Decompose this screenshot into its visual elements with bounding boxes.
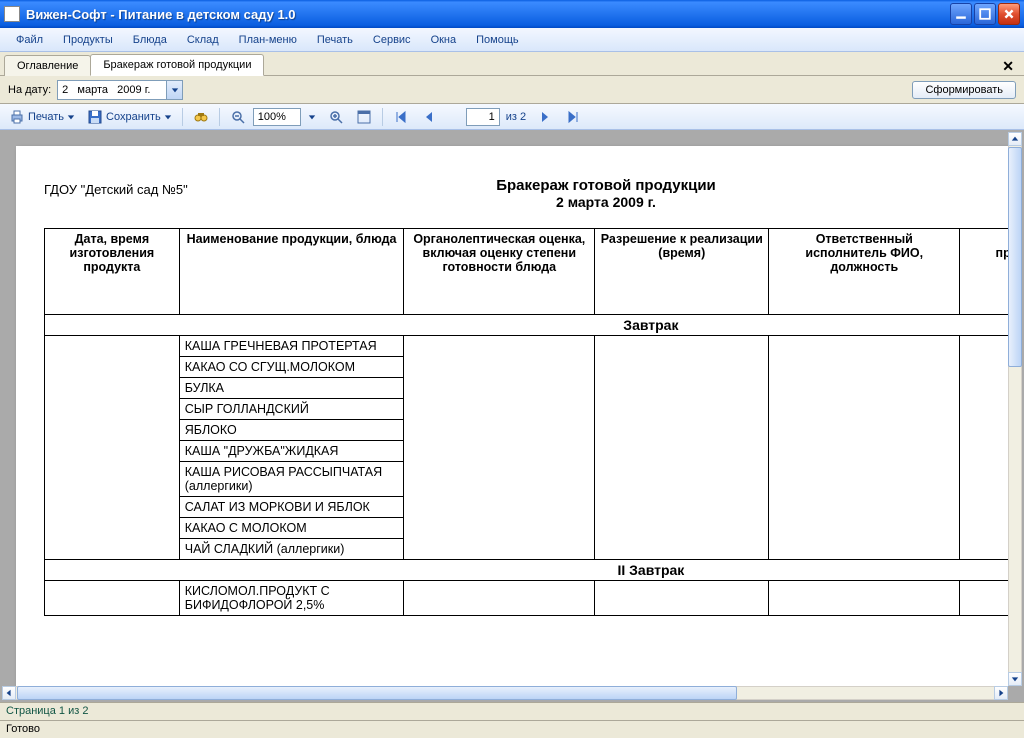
page-input[interactable] — [466, 108, 500, 126]
binoculars-icon — [193, 109, 209, 125]
next-page-button[interactable] — [532, 106, 558, 128]
next-icon — [537, 109, 553, 125]
menu-warehouse[interactable]: Склад — [177, 31, 229, 49]
generate-button[interactable]: Сформировать — [912, 81, 1016, 99]
scroll-thumb-h[interactable] — [17, 686, 737, 700]
menu-windows[interactable]: Окна — [421, 31, 467, 49]
tab-toc[interactable]: Оглавление — [4, 55, 91, 76]
table-row: КИСЛОМОЛ.ПРОДУКТ С БИФИДОФЛОРОЙ 2,5% — [45, 581, 1009, 616]
menu-dishes[interactable]: Блюда — [123, 31, 177, 49]
tab-bar: Оглавление Бракераж готовой продукции ✕ — [0, 52, 1024, 76]
fullscreen-button[interactable] — [351, 106, 377, 128]
table-header-row: Дата, время изготовления продукта Наимен… — [45, 229, 1009, 315]
section-row: II Завтрак — [45, 560, 1009, 581]
zoom-out-button[interactable] — [225, 106, 251, 128]
table-row: КАША ГРЕЧНЕВАЯ ПРОТЕРТАЯ — [45, 336, 1009, 357]
minimize-button[interactable] — [950, 3, 972, 25]
scroll-thumb-v[interactable] — [1008, 147, 1022, 367]
scroll-right-icon[interactable] — [994, 686, 1008, 700]
scroll-down-icon[interactable] — [1008, 672, 1022, 686]
menu-print[interactable]: Печать — [307, 31, 363, 49]
horizontal-scrollbar[interactable] — [2, 686, 1008, 700]
menu-service[interactable]: Сервис — [363, 31, 421, 49]
fullscreen-icon — [356, 109, 372, 125]
last-icon — [565, 109, 581, 125]
zoom-out-icon — [230, 109, 246, 125]
save-button[interactable]: Сохранить — [82, 106, 177, 128]
date-dropdown-icon[interactable] — [166, 81, 182, 99]
tabs-close-icon[interactable]: ✕ — [996, 58, 1020, 75]
col-eval: Органолептическая оценка, включая оценку… — [404, 229, 595, 315]
report-title: Бракераж готовой продукции — [44, 177, 1008, 194]
prev-icon — [421, 109, 437, 125]
scroll-left-icon[interactable] — [2, 686, 16, 700]
vertical-scrollbar[interactable] — [1008, 132, 1022, 686]
menu-products[interactable]: Продукты — [53, 31, 123, 49]
printer-icon — [9, 109, 25, 125]
col-permit: Разрешение к реализации (время) — [595, 229, 769, 315]
window-title: Вижен-Софт - Питание в детском саду 1.0 — [26, 7, 950, 22]
find-button[interactable] — [188, 106, 214, 128]
col-taster: ФИО лица, проводившего бракераж — [960, 229, 1008, 315]
col-product: Наименование продукции, блюда — [179, 229, 404, 315]
close-button[interactable] — [998, 3, 1020, 25]
col-date: Дата, время изготовления продукта — [45, 229, 180, 315]
status-pages: Страница 1 из 2 — [0, 702, 1024, 720]
window-titlebar: Вижен-Софт - Питание в детском саду 1.0 — [0, 0, 1024, 28]
report-date: 2 марта 2009 г. — [44, 194, 1008, 210]
section-row: Завтрак — [45, 315, 1009, 336]
report-table: Дата, время изготовления продукта Наимен… — [44, 228, 1008, 616]
floppy-icon — [87, 109, 103, 125]
print-button[interactable]: Печать — [4, 106, 80, 128]
zoom-in-icon — [328, 109, 344, 125]
first-page-button[interactable] — [388, 106, 414, 128]
page-of-label: из 2 — [502, 111, 530, 123]
date-row: На дату: Сформировать — [0, 76, 1024, 104]
tab-brakerage[interactable]: Бракераж готовой продукции — [90, 54, 264, 76]
last-page-button[interactable] — [560, 106, 586, 128]
maximize-button[interactable] — [974, 3, 996, 25]
prev-page-button[interactable] — [416, 106, 442, 128]
menu-file[interactable]: Файл — [6, 31, 53, 49]
first-icon — [393, 109, 409, 125]
col-responsible: Ответственный исполнитель ФИО, должность — [769, 229, 960, 315]
report-toolbar: Печать Сохранить из 2 — [0, 104, 1024, 130]
menu-planmenu[interactable]: План-меню — [229, 31, 307, 49]
menu-bar: Файл Продукты Блюда Склад План-меню Печа… — [0, 28, 1024, 52]
report-page: ГДОУ "Детский сад №5" Бракераж готовой п… — [16, 146, 1008, 686]
date-label: На дату: — [8, 84, 51, 96]
status-ready: Готово — [0, 720, 1024, 738]
date-input[interactable] — [58, 84, 166, 96]
report-viewport: ГДОУ "Детский сад №5" Бракераж готовой п… — [0, 130, 1024, 702]
zoom-dropdown[interactable] — [303, 110, 321, 124]
zoom-combo[interactable] — [253, 108, 301, 126]
zoom-in-button[interactable] — [323, 106, 349, 128]
app-icon — [4, 6, 20, 22]
scroll-up-icon[interactable] — [1008, 132, 1022, 146]
menu-help[interactable]: Помощь — [466, 31, 529, 49]
date-picker[interactable] — [57, 80, 183, 100]
